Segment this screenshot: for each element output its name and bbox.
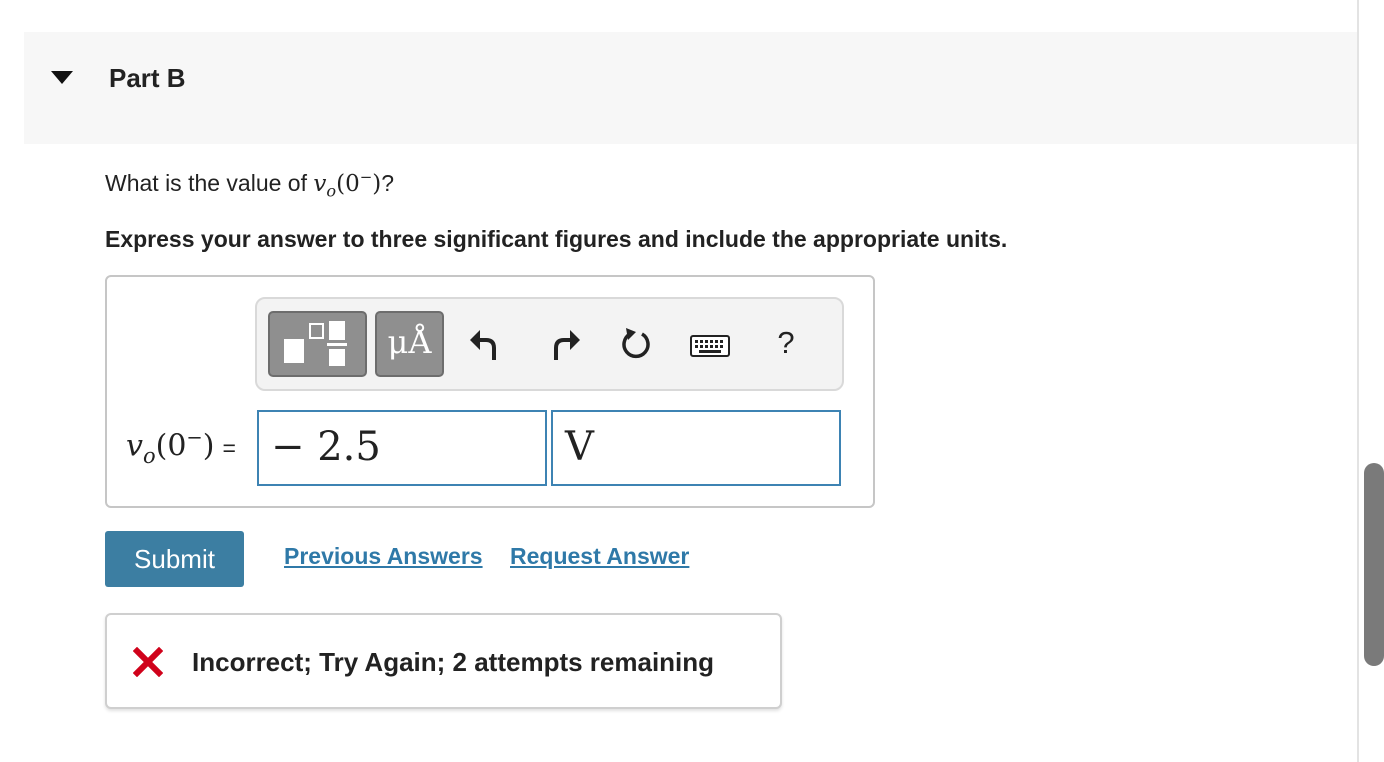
request-answer-link[interactable]: Request Answer: [510, 543, 689, 570]
templates-icon: [284, 321, 347, 366]
part-header[interactable]: [24, 32, 1357, 144]
keyboard-icon: [690, 335, 730, 357]
reset-icon: [622, 328, 650, 359]
answer-units-text: V: [565, 424, 594, 470]
answer-value-text: − 2.5: [271, 424, 381, 470]
x-icon: [133, 647, 163, 677]
undo-icon: [470, 330, 496, 360]
undo-button[interactable]: [464, 322, 508, 368]
collapse-caret-icon[interactable]: [51, 71, 73, 84]
previous-answers-link[interactable]: Previous Answers: [284, 543, 483, 570]
feedback-text: Incorrect; Try Again; 2 attempts remaini…: [192, 647, 715, 677]
question-math: vo(0−): [313, 168, 382, 201]
keyboard-button[interactable]: [688, 322, 732, 368]
question-text: What is the value of vo(0−)?: [105, 168, 394, 201]
redo-button[interactable]: [542, 322, 586, 368]
units-button-label: μÅ: [387, 323, 432, 361]
scrollbar-thumb[interactable]: [1364, 463, 1384, 666]
templates-button[interactable]: [268, 311, 367, 377]
question-prefix: What is the value of: [105, 169, 314, 196]
question-suffix: ?: [381, 169, 395, 196]
answer-value-input[interactable]: − 2.5: [257, 410, 547, 486]
submit-button[interactable]: Submit: [105, 531, 244, 587]
units-button[interactable]: μÅ: [375, 311, 444, 377]
reset-button[interactable]: [614, 322, 658, 368]
answer-units-input[interactable]: V: [551, 410, 841, 486]
answer-instruction: Express your answer to three significant…: [105, 226, 1008, 252]
part-title: Part B: [109, 63, 186, 93]
page-right-border: [1357, 0, 1359, 762]
redo-icon: [554, 330, 580, 360]
help-button[interactable]: ?: [772, 325, 800, 365]
equals-sign: =: [222, 434, 236, 461]
answer-variable-label: vo(0−) =: [126, 426, 236, 469]
